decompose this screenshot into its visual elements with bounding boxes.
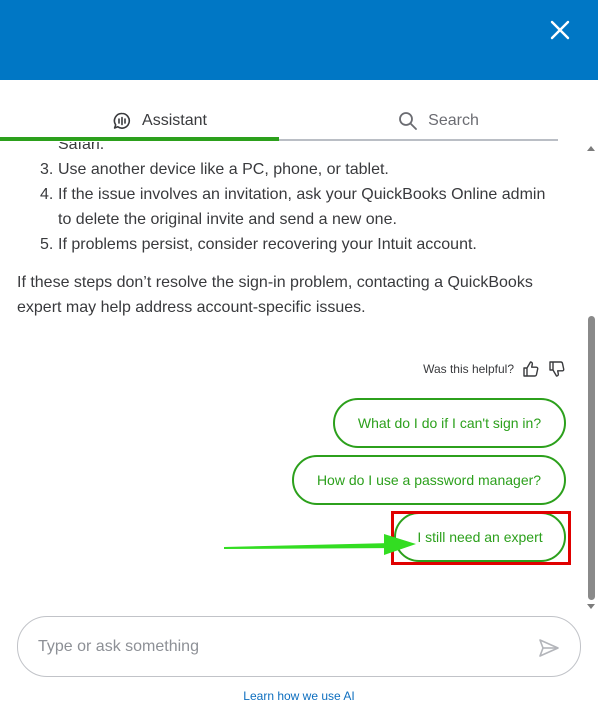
step-text: Use another device like a PC, phone, or … xyxy=(58,161,389,178)
feedback-row: Was this helpful? xyxy=(423,360,566,378)
step-number: 5. xyxy=(40,236,54,253)
panel-header xyxy=(0,0,598,80)
chat-bubble-icon xyxy=(113,112,131,129)
feedback-label: Was this helpful? xyxy=(423,362,514,376)
tab-assistant-label: Assistant xyxy=(142,112,207,129)
assistant-answer: If these steps don’t resolve the sign-in… xyxy=(17,274,533,316)
suggestion-need-expert[interactable]: I still need an expert xyxy=(394,512,566,562)
steps-list: 3. Use another device like a PC, phone, … xyxy=(40,157,560,257)
tab-divider xyxy=(279,139,558,141)
learn-ai-link[interactable]: Learn how we use AI xyxy=(0,689,598,703)
chat-transcript[interactable]: Safari. 3. Use another device like a PC,… xyxy=(0,142,584,610)
tab-assistant[interactable]: Assistant xyxy=(20,100,299,142)
scroll-down-arrow-icon[interactable] xyxy=(587,604,595,609)
search-icon xyxy=(399,112,418,130)
list-item: 3. Use another device like a PC, phone, … xyxy=(40,157,560,182)
scroll-thumb[interactable] xyxy=(588,316,595,600)
previous-step-tail: Safari. xyxy=(58,142,105,153)
step-number: 3. xyxy=(40,161,54,178)
message-input[interactable] xyxy=(38,631,518,663)
step-text: If problems persist, consider recovering… xyxy=(58,236,477,253)
chat-scrollbar[interactable] xyxy=(584,142,598,612)
tab-search[interactable]: Search xyxy=(299,100,578,142)
step-text: If the issue involves an invitation, ask… xyxy=(58,186,546,228)
message-input-box[interactable] xyxy=(17,616,581,677)
scroll-up-arrow-icon[interactable] xyxy=(587,146,595,151)
close-icon[interactable] xyxy=(548,18,572,42)
active-tab-indicator xyxy=(0,137,279,141)
list-item: 5. If problems persist, consider recover… xyxy=(40,232,560,257)
suggestion-password-manager[interactable]: How do I use a password manager? xyxy=(292,455,566,505)
thumbs-up-icon[interactable] xyxy=(522,360,540,378)
list-item: 4. If the issue involves an invitation, … xyxy=(40,182,560,232)
tab-search-label: Search xyxy=(428,112,479,129)
send-icon[interactable] xyxy=(538,637,560,659)
thumbs-down-icon[interactable] xyxy=(548,360,566,378)
step-number: 4. xyxy=(40,186,54,203)
suggestion-cant-sign-in[interactable]: What do I do if I can't sign in? xyxy=(333,398,566,448)
tab-bar: Assistant Search xyxy=(20,100,578,142)
